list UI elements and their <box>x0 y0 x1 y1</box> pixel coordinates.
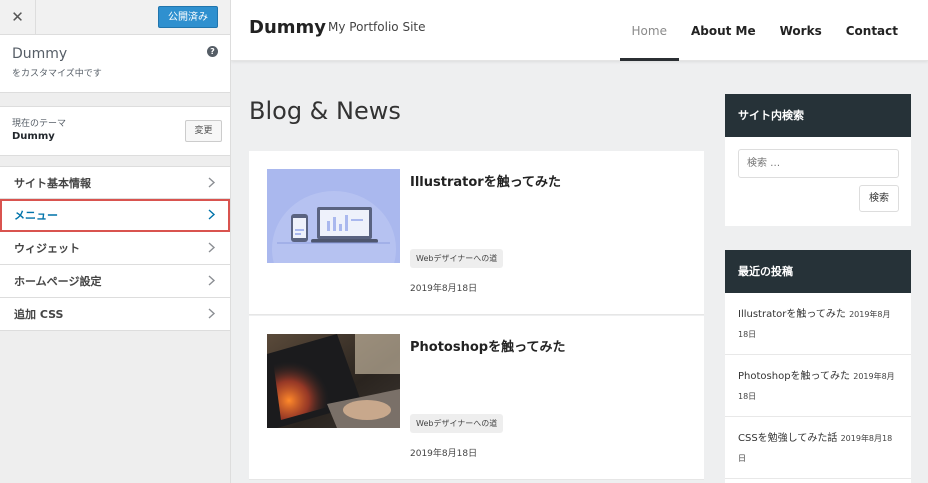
recent-post-item[interactable]: CSSを勉強してみた話 2019年8月18日 <box>725 417 911 479</box>
recent-post-title[interactable]: Photoshopを触ってみた <box>738 371 850 382</box>
menu-item-label: サイト基本情報 <box>14 176 91 190</box>
chevron-right-icon <box>208 209 216 220</box>
nav-contact[interactable]: Contact <box>834 0 910 61</box>
menu-item-label: ホームページ設定 <box>14 275 102 288</box>
menu-item-menus[interactable]: メニュー <box>0 199 230 232</box>
customizer-menu: サイト基本情報 メニュー ウィジェット ホームページ設定 追加 CSS <box>0 166 230 331</box>
site-preview: Dummy My Portfolio Site Home About Me Wo… <box>231 0 928 483</box>
nav-about-me[interactable]: About Me <box>679 0 768 61</box>
recent-post-title[interactable]: Illustratorを触ってみた <box>738 309 846 320</box>
customizing-text: をカスタマイズ中です <box>12 69 102 79</box>
customizer-site-info: Dummy をカスタマイズ中です ? <box>0 35 230 93</box>
recent-posts-widget: Illustratorを触ってみた 2019年8月18日 Photoshopを触… <box>725 293 911 483</box>
devices-illustration-icon <box>267 169 400 263</box>
customizer-header: ✕ 公開済み <box>0 0 230 35</box>
main-nav: Home About Me Works Contact <box>619 0 910 61</box>
search-widget-title: サイト内検索 <box>725 94 911 137</box>
close-icon[interactable]: ✕ <box>0 0 36 34</box>
post-thumbnail[interactable] <box>267 334 400 428</box>
laptop-photo-icon <box>267 334 400 428</box>
chevron-right-icon <box>208 275 216 286</box>
search-button[interactable]: 検索 <box>859 185 899 212</box>
customizer-panel: ✕ 公開済み Dummy をカスタマイズ中です ? 現在のテーマ Dummy 変… <box>0 0 231 483</box>
recent-post-item[interactable]: Illustratorを触ってみた 2019年8月18日 <box>725 293 911 355</box>
nav-home[interactable]: Home <box>619 0 680 61</box>
customizer-site-name: Dummy <box>12 46 68 62</box>
post-title[interactable]: Illustratorを触ってみた <box>410 171 561 190</box>
nav-works[interactable]: Works <box>768 0 834 61</box>
publish-button[interactable]: 公開済み <box>158 6 218 28</box>
post-card[interactable]: Illustratorを触ってみた Webデザイナーへの道 2019年8月18日 <box>249 151 704 315</box>
chevron-right-icon <box>208 308 216 319</box>
recent-posts-title: 最近の投稿 <box>725 250 911 293</box>
menu-item-widgets[interactable]: ウィジェット <box>0 232 230 265</box>
post-title[interactable]: Photoshopを触ってみた <box>410 336 565 355</box>
chevron-right-icon <box>208 242 216 253</box>
search-input[interactable] <box>738 149 899 178</box>
current-theme-section: 現在のテーマ Dummy 変更 <box>0 106 230 156</box>
search-widget: 検索 <box>725 137 911 226</box>
post-date: 2019年8月18日 <box>410 449 478 459</box>
site-tagline: My Portfolio Site <box>328 20 426 34</box>
recent-post-item[interactable]: Photoshopを触ってみた 2019年8月18日 <box>725 355 911 417</box>
help-icon[interactable]: ? <box>207 46 218 57</box>
menu-item-additional-css[interactable]: 追加 CSS <box>0 298 230 331</box>
menu-item-label: 追加 CSS <box>14 308 64 321</box>
site-logo[interactable]: Dummy <box>249 17 326 38</box>
chevron-right-icon <box>208 177 216 188</box>
recent-post-title[interactable]: CSSを勉強してみた話 <box>738 433 837 444</box>
menu-item-homepage-settings[interactable]: ホームページ設定 <box>0 265 230 298</box>
menu-item-site-identity[interactable]: サイト基本情報 <box>0 166 230 199</box>
post-card[interactable]: Photoshopを触ってみた Webデザイナーへの道 2019年8月18日 <box>249 316 704 480</box>
post-category-tag[interactable]: Webデザイナーへの道 <box>410 249 504 268</box>
post-date: 2019年8月18日 <box>410 284 478 294</box>
menu-item-label: メニュー <box>14 209 58 222</box>
post-thumbnail[interactable] <box>267 169 400 263</box>
page-title: Blog & News <box>249 97 401 125</box>
change-theme-button[interactable]: 変更 <box>185 120 222 142</box>
site-header: Dummy My Portfolio Site Home About Me Wo… <box>231 0 928 61</box>
menu-item-label: ウィジェット <box>14 242 80 255</box>
post-category-tag[interactable]: Webデザイナーへの道 <box>410 414 504 433</box>
